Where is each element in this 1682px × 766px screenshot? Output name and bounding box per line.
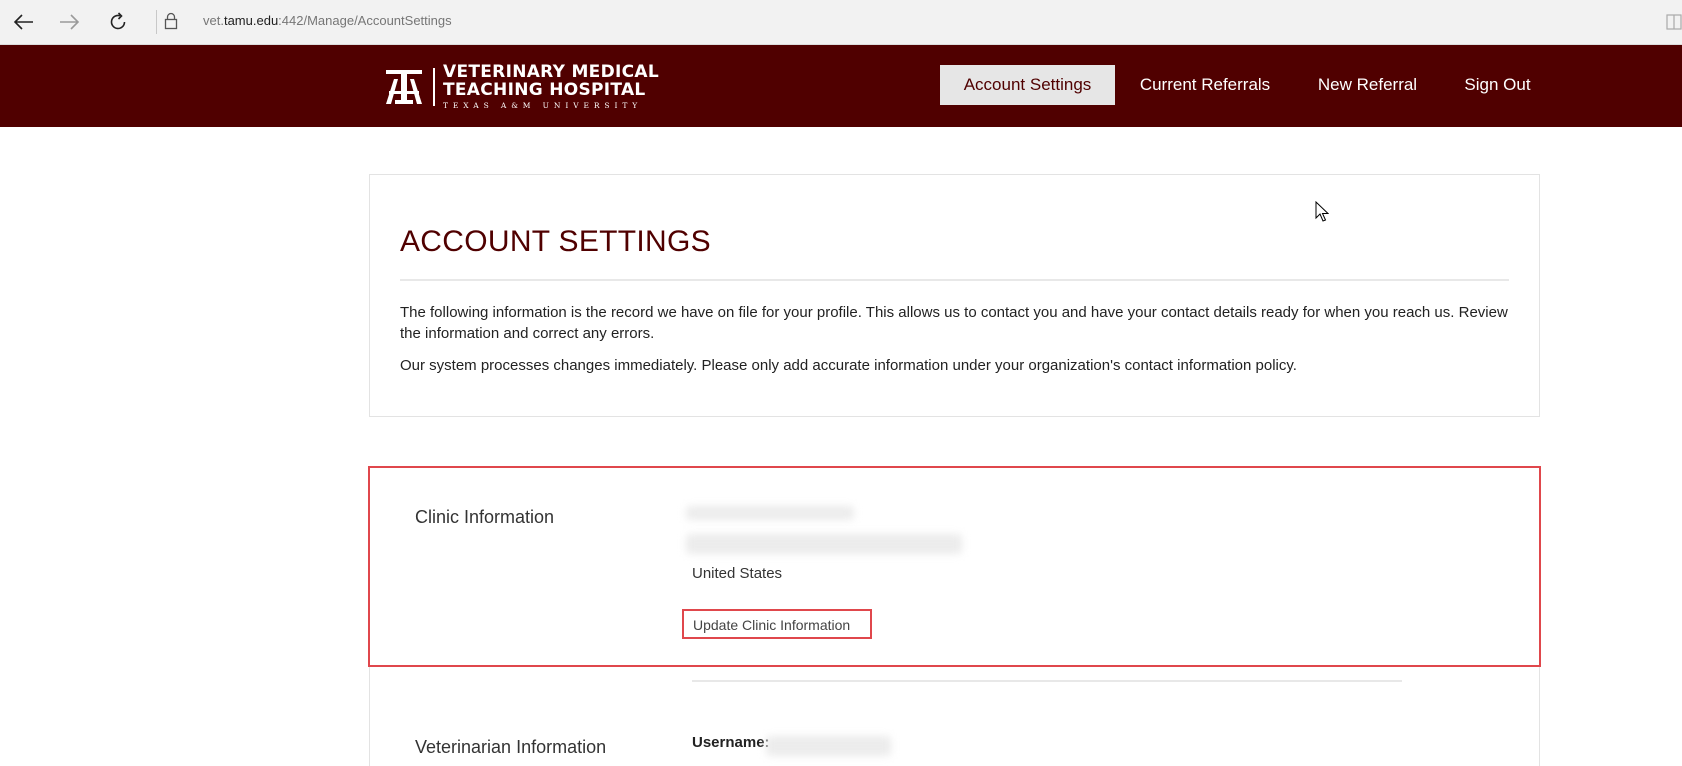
- intro-paragraph-2: Our system processes changes immediately…: [400, 357, 1297, 374]
- url-prefix: vet.: [203, 13, 224, 28]
- back-arrow-icon[interactable]: [8, 8, 38, 36]
- nav-new-referral[interactable]: New Referral: [1305, 65, 1430, 105]
- clinic-highlight-box: [368, 466, 1541, 667]
- url-host: tamu.edu: [223, 13, 279, 28]
- address-bar[interactable]: vet.tamu.edu:442/Manage/AccountSettings: [203, 13, 452, 28]
- nav-current-referrals[interactable]: Current Referrals: [1130, 65, 1280, 105]
- refresh-icon[interactable]: [103, 8, 133, 36]
- logo-divider: [433, 68, 435, 106]
- page-title: ACCOUNT SETTINGS: [400, 225, 711, 258]
- update-clinic-information-button[interactable]: Update Clinic Information: [682, 609, 872, 639]
- logo-line2: TEACHING HOSPITAL: [443, 80, 646, 101]
- forward-arrow-icon[interactable]: [55, 8, 85, 36]
- redacted-username: [766, 736, 891, 756]
- redacted-clinic-name: [686, 506, 854, 520]
- clinic-information-label: Clinic Information: [415, 507, 555, 527]
- url-path: :442/Manage/AccountSettings: [278, 13, 452, 28]
- mouse-cursor-icon: [1315, 200, 1330, 228]
- account-settings-panel: ACCOUNT SETTINGS The following informati…: [369, 174, 1540, 417]
- toolbar-divider: [156, 10, 157, 34]
- browser-toolbar: vet.tamu.edu:442/Manage/AccountSettings: [0, 0, 1682, 45]
- logo-text: VETERINARY MEDICAL TEACHING HOSPITAL TEX…: [443, 64, 659, 110]
- clinic-country: United States: [692, 565, 783, 582]
- reading-view-icon[interactable]: [1666, 13, 1682, 36]
- hospital-logo[interactable]: VETERINARY MEDICAL TEACHING HOSPITAL TEX…: [383, 64, 659, 110]
- atm-logo-icon: [386, 70, 422, 104]
- section-divider: [692, 680, 1402, 682]
- intro-text: The following information is the record …: [400, 302, 1510, 387]
- nav-account-settings[interactable]: Account Settings: [940, 65, 1115, 105]
- username-label: Username:: [692, 734, 770, 751]
- redacted-clinic-address: [686, 534, 962, 554]
- title-divider: [400, 279, 1509, 281]
- site-header: VETERINARY MEDICAL TEACHING HOSPITAL TEX…: [0, 45, 1682, 127]
- veterinarian-information-label: Veterinarian Information: [415, 737, 607, 757]
- logo-line3: TEXAS A&M UNIVERSITY: [443, 101, 643, 111]
- logo-line1: VETERINARY MEDICAL: [443, 62, 659, 83]
- nav-sign-out[interactable]: Sign Out: [1455, 65, 1540, 105]
- intro-paragraph-1: The following information is the record …: [400, 304, 1508, 342]
- lock-icon: [164, 12, 178, 35]
